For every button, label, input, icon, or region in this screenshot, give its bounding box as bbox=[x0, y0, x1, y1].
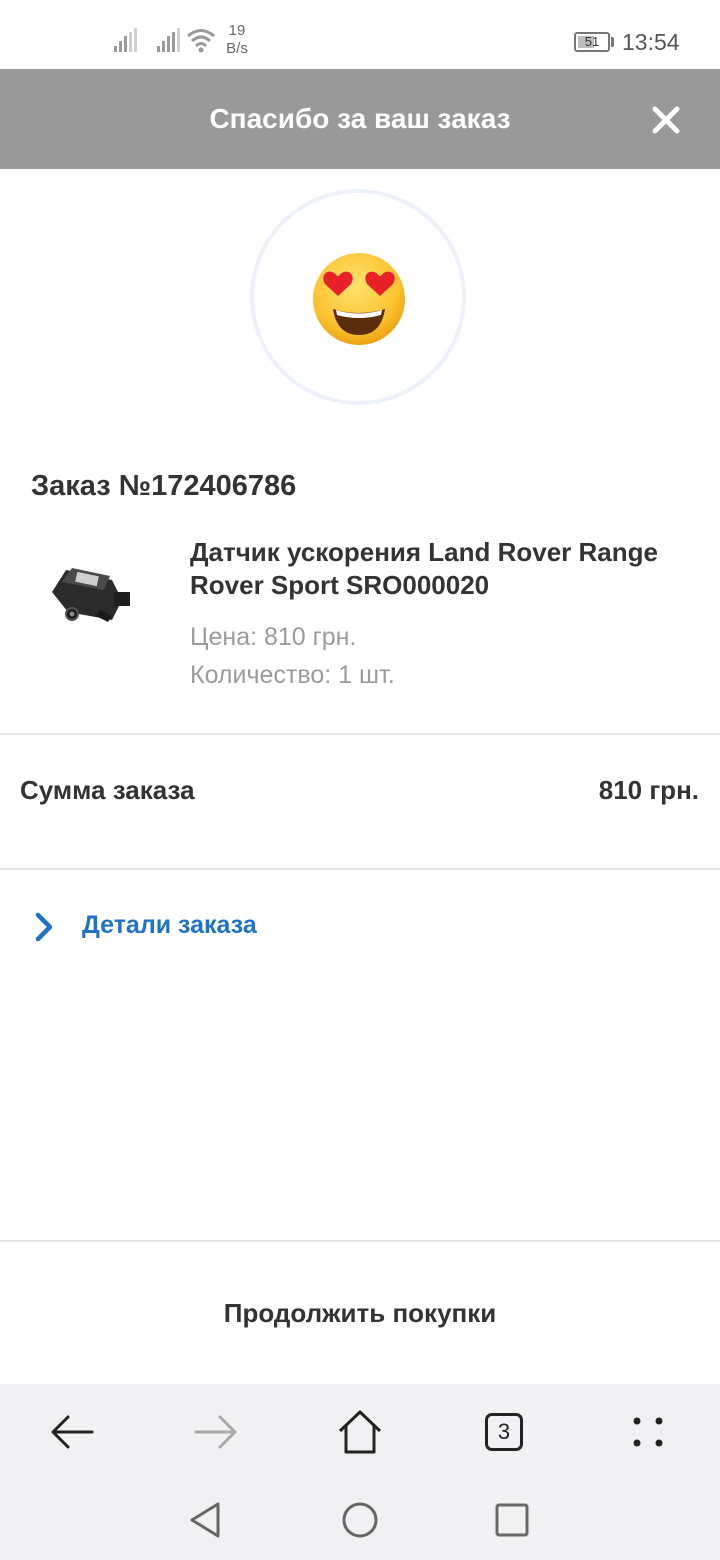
status-bar: 19 B/s 51 13:54 bbox=[0, 0, 720, 69]
order-sum-value: 810 грн. bbox=[598, 775, 699, 805]
continue-shopping-label: Продолжить покупки bbox=[223, 1298, 497, 1328]
order-details-link[interactable]: Детали заказа bbox=[0, 890, 720, 960]
divider bbox=[0, 868, 720, 870]
back-button[interactable] bbox=[44, 1404, 100, 1460]
browser-toolbar: 3 bbox=[0, 1384, 720, 1480]
system-back-button[interactable] bbox=[184, 1498, 228, 1542]
chevron-right-icon bbox=[35, 912, 53, 942]
order-sum-label: Сумма заказа bbox=[20, 775, 195, 805]
close-icon bbox=[652, 106, 680, 134]
continue-shopping-button[interactable]: Продолжить покупки bbox=[0, 1243, 720, 1383]
network-speed-value: 19 bbox=[228, 22, 246, 39]
tabs-button[interactable]: 3 bbox=[476, 1404, 532, 1460]
modal-header: Спасибо за ваш заказ bbox=[0, 69, 720, 169]
system-navigation-bar bbox=[0, 1480, 720, 1560]
cell-signal-1-icon bbox=[114, 28, 138, 52]
wifi-icon bbox=[187, 29, 215, 53]
divider bbox=[0, 1240, 720, 1242]
clock: 13:54 bbox=[622, 29, 680, 55]
back-triangle-icon bbox=[190, 1502, 220, 1538]
heart-eyes-emoji-icon bbox=[313, 253, 405, 345]
forward-arrow-icon bbox=[194, 1415, 237, 1449]
home-icon bbox=[338, 1410, 382, 1454]
order-details-label: Детали заказа bbox=[82, 911, 257, 939]
cell-signal-2-icon bbox=[157, 28, 181, 52]
network-speed-unit: B/s bbox=[226, 40, 248, 57]
battery-icon: 51 bbox=[574, 32, 610, 52]
divider bbox=[0, 733, 720, 735]
back-arrow-icon bbox=[51, 1415, 94, 1449]
more-button[interactable] bbox=[620, 1404, 676, 1460]
close-button[interactable] bbox=[648, 103, 684, 137]
recents-square-icon bbox=[495, 1503, 529, 1537]
product-image bbox=[52, 568, 130, 622]
more-icon bbox=[633, 1417, 663, 1447]
network-speed: 19 B/s bbox=[224, 22, 250, 58]
product-price: Цена: 810 грн. bbox=[190, 623, 357, 651]
home-circle-icon bbox=[342, 1502, 378, 1538]
battery-level: 51 bbox=[584, 34, 600, 49]
product-name[interactable]: Датчик ускорения Land Rover Range Rover … bbox=[190, 536, 690, 602]
product-quantity: Количество: 1 шт. bbox=[190, 661, 395, 689]
system-recents-button[interactable] bbox=[490, 1498, 534, 1542]
tabs-count: 3 bbox=[485, 1413, 523, 1451]
home-button[interactable] bbox=[332, 1404, 388, 1460]
page-title: Спасибо за ваш заказ bbox=[209, 103, 511, 134]
forward-button[interactable] bbox=[188, 1404, 244, 1460]
system-home-button[interactable] bbox=[338, 1498, 382, 1542]
order-number: Заказ №172406786 bbox=[31, 470, 297, 502]
battery-tip bbox=[611, 37, 614, 47]
